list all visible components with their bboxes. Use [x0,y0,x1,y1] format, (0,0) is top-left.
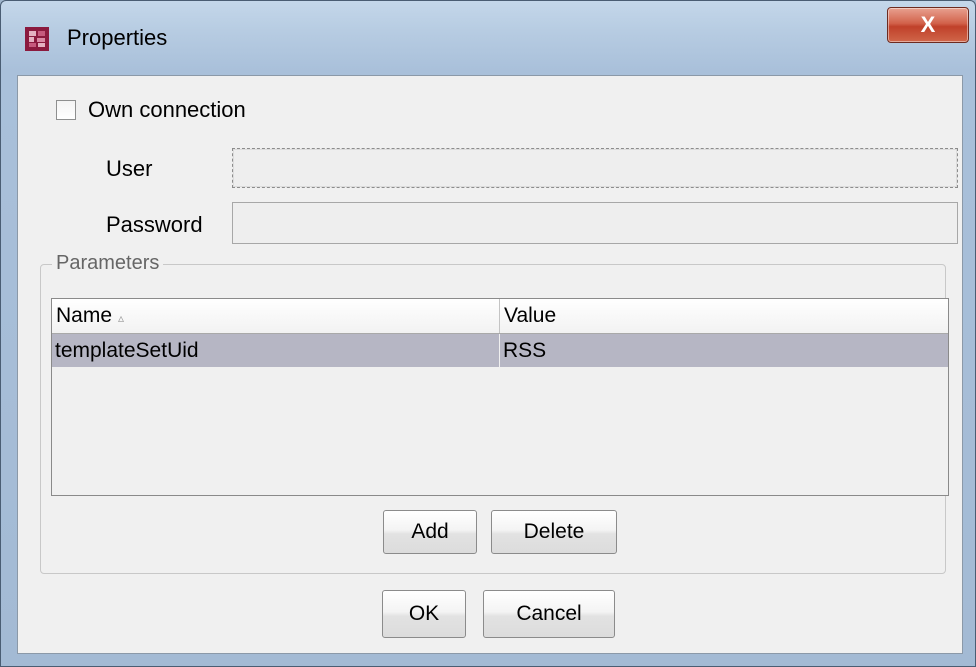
column-header-value[interactable]: Value [500,299,948,333]
table-cell-name[interactable]: templateSetUid [52,334,500,367]
cancel-button[interactable]: Cancel [483,590,615,638]
parameters-table[interactable]: Name ▵ Value templateSetUid RSS [51,298,949,496]
password-label: Password [106,212,203,237]
own-connection-label: Own connection [88,97,246,122]
column-header-label: Name [56,304,113,327]
cancel-button-label: Cancel [516,602,582,625]
column-header-label: Value [504,304,557,327]
table-row[interactable]: templateSetUid RSS [52,334,948,367]
app-logo-icon [25,27,49,51]
ok-button[interactable]: OK [382,590,466,638]
delete-button-label: Delete [523,520,585,543]
sort-ascending-icon: ▵ [118,311,125,325]
parameters-legend: Parameters [52,252,164,275]
properties-dialog: Properties X Own connection User Passwor… [0,0,976,667]
password-input[interactable] [232,202,958,244]
dialog-content: Own connection User Password Parameters … [17,75,963,654]
close-icon: X [920,12,936,37]
close-button[interactable]: X [887,7,969,43]
add-button-label: Add [411,520,449,543]
own-connection-option[interactable]: Own connection [56,97,246,122]
table-cell-value[interactable]: RSS [500,334,948,367]
delete-button[interactable]: Delete [491,510,617,554]
user-label: User [106,156,153,181]
column-header-name[interactable]: Name ▵ [52,299,500,333]
add-button[interactable]: Add [383,510,477,554]
title-bar[interactable]: Properties X [1,1,975,73]
ok-button-label: OK [408,602,440,625]
user-input[interactable] [232,148,958,188]
own-connection-checkbox[interactable] [56,100,76,120]
window-title: Properties [67,25,168,50]
table-header: Name ▵ Value [52,299,948,334]
